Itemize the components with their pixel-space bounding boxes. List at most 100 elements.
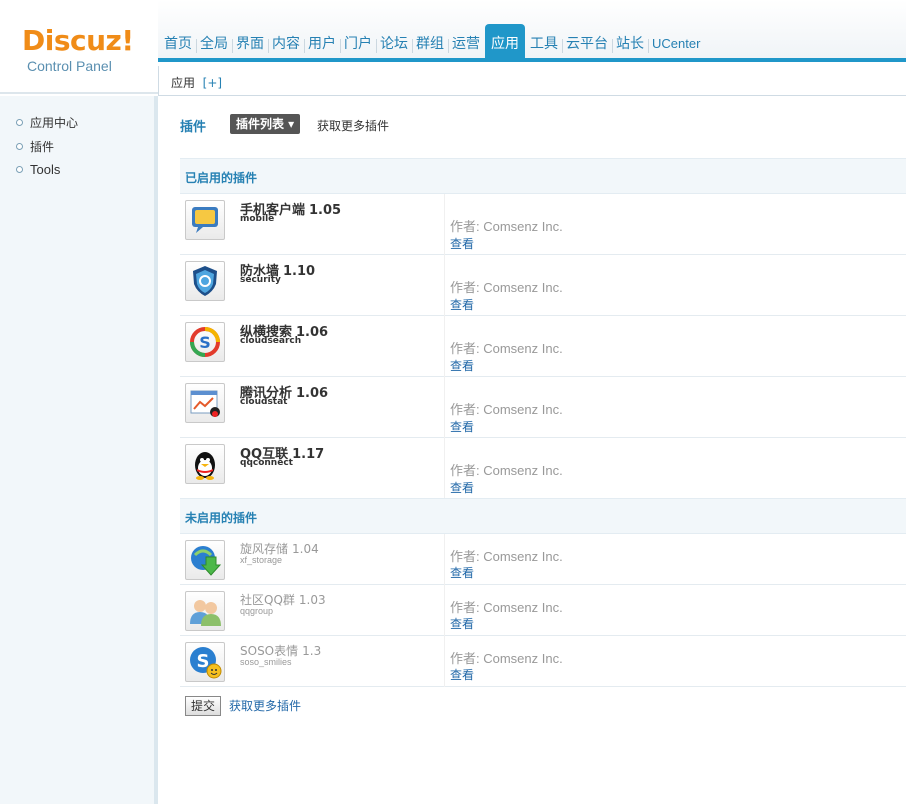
nav-tab-11[interactable]: 云平台	[562, 24, 612, 62]
plugin-view-link[interactable]: 查看	[450, 615, 474, 632]
breadcrumb-label: 应用	[171, 76, 196, 90]
storage-download-icon	[185, 540, 225, 580]
sidebar-item-tools[interactable]: Tools	[16, 162, 60, 177]
soso-smiley-icon: S	[185, 642, 225, 682]
row-divider	[444, 194, 445, 255]
get-more-plugins-bottom-link[interactable]: 获取更多插件	[229, 697, 301, 714]
plugin-version: 1.17	[292, 447, 325, 462]
plugin-list-dropdown[interactable]: 插件列表 ▾	[230, 114, 301, 134]
plugin-view-link[interactable]: 查看	[450, 357, 474, 374]
sidebar-item-plugins[interactable]: 插件	[16, 138, 54, 155]
plugin-row-qqconnect: QQ互联 1.17 qqconnect 作者: Comsenz Inc. 查看	[180, 438, 906, 499]
plugin-author: 作者: Comsenz Inc.	[450, 341, 563, 356]
plugin-title: 旋风存储	[240, 542, 289, 556]
plugin-version: 1.06	[296, 386, 329, 401]
logo-brand: Discuz!	[22, 24, 134, 57]
section-title: 未启用的插件	[185, 511, 258, 525]
plugin-author: 作者: Comsenz Inc.	[450, 219, 563, 234]
plugin-view-link[interactable]: 查看	[450, 479, 474, 496]
plugin-row-soso_smilies: S SOSO表情 1.3 soso_smilies 作者: Comsenz Inc. 查看	[180, 636, 906, 687]
nav-tab-12[interactable]: 站长	[612, 24, 648, 62]
row-divider	[444, 316, 445, 377]
nav-tab-7[interactable]: 群组	[412, 24, 448, 62]
row-divider	[444, 636, 445, 687]
plugin-identifier: cloudstat	[240, 397, 288, 407]
plugin-view-link[interactable]: 查看	[450, 235, 474, 252]
row-divider	[444, 438, 445, 499]
nav-tab-3[interactable]: 内容	[268, 24, 304, 62]
row-divider	[444, 255, 445, 316]
plugin-view-link[interactable]: 查看	[450, 564, 474, 581]
nav-tab-6[interactable]: 论坛	[376, 24, 412, 62]
plugin-title: 社区QQ群	[240, 593, 295, 607]
bullet-icon	[16, 119, 23, 126]
plugin-author: 作者: Comsenz Inc.	[450, 402, 563, 417]
plugin-identifier: xf_storage	[240, 555, 283, 565]
svg-text:S: S	[199, 333, 211, 352]
sidebar-item-label: 插件	[30, 140, 55, 154]
breadcrumb: 应用 [+]	[158, 66, 906, 96]
sidebar-item-label: 应用中心	[30, 116, 79, 130]
row-divider	[444, 585, 445, 636]
nav-tab-13[interactable]: UCenter	[648, 24, 704, 62]
plugin-identifier: cloudsearch	[240, 336, 302, 346]
top-nav: 首页 全局 界面 内容 用户 门户 论坛 群组 运营 应用 工具 云平台 站长 UCenter	[160, 22, 704, 62]
plugin-version: 1.3	[302, 644, 322, 658]
plugin-author: 作者: Comsenz Inc.	[450, 549, 563, 564]
nav-tab-10[interactable]: 工具	[526, 24, 562, 62]
nav-tab-8[interactable]: 运营	[448, 24, 484, 62]
nav-tab-9[interactable]: 应用	[485, 24, 525, 62]
enabled-plugins-header: 已启用的插件	[180, 158, 906, 194]
sidebar: 应用中心 插件 Tools	[0, 96, 158, 804]
plugin-row-cloudstat: 腾讯分析 1.06 cloudstat 作者: Comsenz Inc. 查看	[180, 377, 906, 438]
plugin-view-link[interactable]: 查看	[450, 296, 474, 313]
add-shortcut-link[interactable]: [+]	[203, 76, 222, 90]
plugin-identifier: mobile	[240, 214, 275, 224]
plugin-row-security: 防水墙 1.10 security 作者: Comsenz Inc. 查看	[180, 255, 906, 316]
cloudstat-chart-icon	[185, 383, 225, 423]
nav-tab-4[interactable]: 用户	[304, 24, 340, 62]
nav-tab-1[interactable]: 全局	[196, 24, 232, 62]
plugin-row-mobile: 手机客户端 1.05 mobile 作者: Comsenz Inc. 查看	[180, 194, 906, 255]
bullet-icon	[16, 166, 23, 173]
plugin-view-link[interactable]: 查看	[450, 418, 474, 435]
nav-tab-5[interactable]: 门户	[340, 24, 376, 62]
plugin-identifier: security	[240, 275, 281, 285]
nav-tab-0[interactable]: 首页	[160, 24, 196, 62]
plugin-author: 作者: Comsenz Inc.	[450, 651, 563, 666]
plugin-identifier: soso_smilies	[240, 657, 292, 667]
qq-penguin-icon	[185, 444, 225, 484]
qq-group-icon	[185, 591, 225, 631]
submit-button[interactable]: 提交	[185, 696, 221, 716]
plugin-row-xf_storage: 旋风存储 1.04 xf_storage 作者: Comsenz Inc. 查看	[180, 534, 906, 585]
plugin-version: 1.10	[283, 264, 316, 279]
row-divider	[444, 534, 445, 585]
disabled-plugins-header: 未启用的插件	[180, 498, 906, 534]
sidebar-item-label: Tools	[30, 162, 61, 177]
plugin-view-link[interactable]: 查看	[450, 666, 474, 683]
plugin-version: 1.04	[292, 542, 319, 556]
sidebar-item-appcenter[interactable]: 应用中心	[16, 114, 78, 131]
plugin-version: 1.05	[309, 203, 342, 218]
logo-subtitle: Control Panel	[27, 58, 112, 74]
section-title: 已启用的插件	[185, 171, 258, 185]
app-window: 首页 全局 界面 内容 用户 门户 论坛 群组 运营 应用 工具 云平台 站长 UCenter Discu…	[0, 0, 906, 804]
cloudsearch-icon: S	[185, 322, 225, 362]
security-shield-icon	[185, 261, 225, 301]
row-divider	[444, 377, 445, 438]
plugin-title: SOSO表情	[240, 644, 299, 658]
nav-tab-2[interactable]: 界面	[232, 24, 268, 62]
get-more-plugins-link[interactable]: 获取更多插件	[317, 117, 389, 134]
logo-divider	[0, 92, 158, 94]
plugin-row-qqgroup: 社区QQ群 1.03 qqgroup 作者: Comsenz Inc. 查看	[180, 585, 906, 636]
mobile-chat-icon	[185, 200, 225, 240]
breadcrumb-text: 应用 [+]	[171, 74, 222, 91]
plugin-row-cloudsearch: S 纵横搜索 1.06 cloudsearch 作者: Comsenz Inc. 查看	[180, 316, 906, 377]
plugin-version: 1.03	[298, 593, 326, 607]
bullet-icon	[16, 143, 23, 150]
plugin-identifier: qqgroup	[240, 606, 274, 616]
plugin-author: 作者: Comsenz Inc.	[450, 280, 563, 295]
plugin-identifier: qqconnect	[240, 458, 293, 468]
plugin-author: 作者: Comsenz Inc.	[450, 600, 563, 615]
logo: Discuz! Control Panel	[0, 0, 158, 96]
